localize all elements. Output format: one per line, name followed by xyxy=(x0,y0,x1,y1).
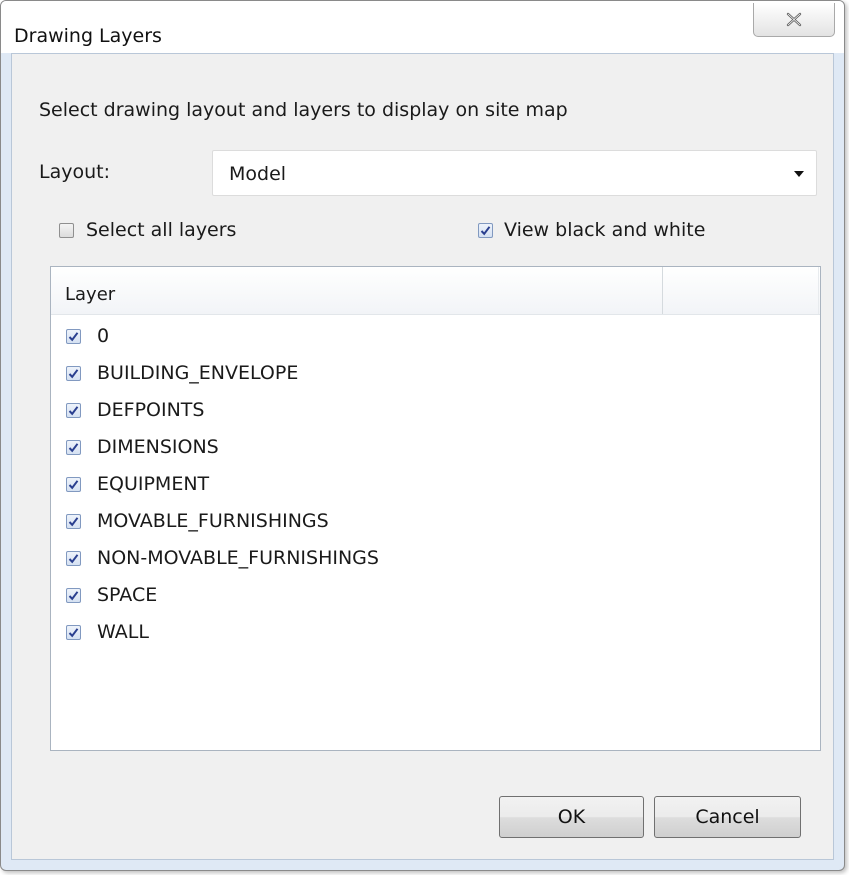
view-black-white-checkbox[interactable] xyxy=(478,223,493,238)
checkmark-icon xyxy=(68,554,79,564)
list-item[interactable]: BUILDING_ENVELOPE xyxy=(51,352,820,389)
layer-checkbox[interactable] xyxy=(66,403,81,418)
list-item[interactable]: DEFPOINTS xyxy=(51,389,820,426)
checkmark-icon xyxy=(68,332,79,342)
layer-name: DEFPOINTS xyxy=(97,399,205,421)
layer-checkbox[interactable] xyxy=(66,625,81,640)
list-item[interactable]: NON-MOVABLE_FURNISHINGS xyxy=(51,537,820,574)
close-icon xyxy=(786,12,802,27)
select-all-layers-checkbox[interactable] xyxy=(59,223,74,238)
layer-checkbox[interactable] xyxy=(66,366,81,381)
layer-checkbox[interactable] xyxy=(66,440,81,455)
layout-dropdown[interactable]: Model xyxy=(212,150,817,196)
list-item[interactable]: MOVABLE_FURNISHINGS xyxy=(51,500,820,537)
layer-name: BUILDING_ENVELOPE xyxy=(97,362,299,384)
list-item[interactable]: WALL xyxy=(51,611,820,648)
layout-label: Layout: xyxy=(39,161,110,183)
close-button[interactable] xyxy=(753,3,835,37)
column-header-layer[interactable]: Layer xyxy=(65,284,115,305)
layer-checkbox[interactable] xyxy=(66,514,81,529)
instructions-text: Select drawing layout and layers to disp… xyxy=(39,99,568,121)
cancel-button[interactable]: Cancel xyxy=(654,796,801,838)
list-item[interactable]: EQUIPMENT xyxy=(51,463,820,500)
list-item[interactable]: SPACE xyxy=(51,574,820,611)
column-divider xyxy=(818,267,819,314)
layout-selected-value: Model xyxy=(229,163,287,185)
checkmark-icon xyxy=(480,226,491,236)
column-divider[interactable] xyxy=(662,267,663,314)
layer-name: NON-MOVABLE_FURNISHINGS xyxy=(97,547,379,569)
layer-checkbox[interactable] xyxy=(66,551,81,566)
layer-name: SPACE xyxy=(97,584,158,606)
layer-name: DIMENSIONS xyxy=(97,436,219,458)
layer-name: 0 xyxy=(97,325,110,347)
list-item[interactable]: 0 xyxy=(51,315,820,352)
layer-checkbox[interactable] xyxy=(66,588,81,603)
view-black-white-label[interactable]: View black and white xyxy=(504,219,705,241)
checkmark-icon xyxy=(68,369,79,379)
ok-button[interactable]: OK xyxy=(499,796,644,838)
select-all-layers-label[interactable]: Select all layers xyxy=(86,219,236,241)
layer-name: MOVABLE_FURNISHINGS xyxy=(97,510,329,532)
layer-list: Layer 0 BUILDING_ENVELOPE DEFPOINTS DIME… xyxy=(50,266,821,751)
layer-name: EQUIPMENT xyxy=(97,473,210,495)
chevron-down-icon xyxy=(794,171,804,177)
checkmark-icon xyxy=(68,443,79,453)
layer-checkbox[interactable] xyxy=(66,329,81,344)
checkmark-icon xyxy=(68,591,79,601)
list-header: Layer xyxy=(51,267,820,315)
checkmark-icon xyxy=(68,628,79,638)
layer-rows: 0 BUILDING_ENVELOPE DEFPOINTS DIMENSIONS… xyxy=(51,315,820,648)
title-bar: Drawing Layers xyxy=(1,1,844,53)
checkmark-icon xyxy=(68,406,79,416)
list-item[interactable]: DIMENSIONS xyxy=(51,426,820,463)
checkmark-icon xyxy=(68,480,79,490)
layer-name: WALL xyxy=(97,621,149,643)
layer-checkbox[interactable] xyxy=(66,477,81,492)
window-title: Drawing Layers xyxy=(14,25,162,47)
checkmark-icon xyxy=(68,517,79,527)
